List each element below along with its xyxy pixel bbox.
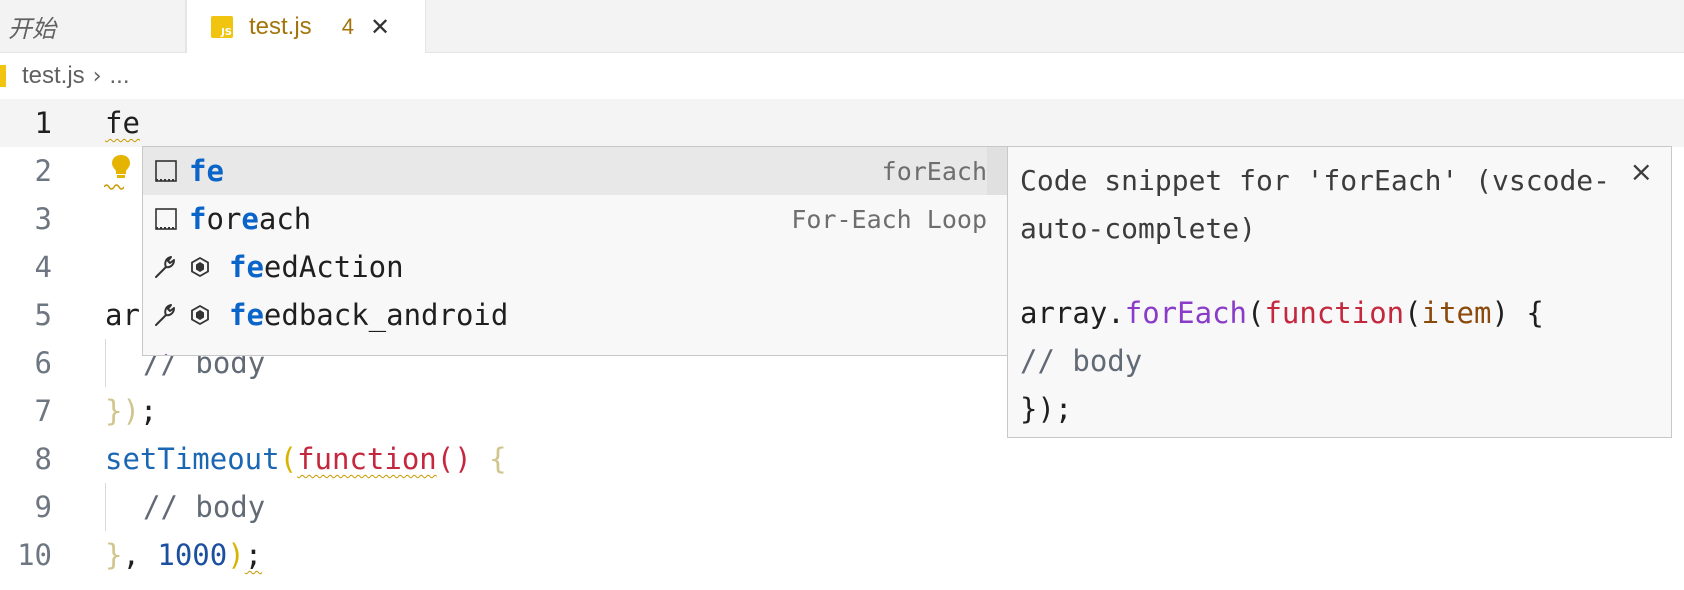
code-line: // body <box>143 483 265 531</box>
suggest-scrollbar[interactable] <box>987 147 1007 195</box>
line-number: 9 <box>34 490 52 524</box>
warning-squiggle <box>104 184 124 190</box>
snippet-icon <box>153 206 179 232</box>
code-token: ) <box>227 538 245 572</box>
code-token: ; <box>244 538 263 572</box>
breadcrumb-file[interactable]: test.js <box>22 62 85 90</box>
code-token: }) <box>105 394 140 428</box>
breadcrumb: test.js › ... <box>0 58 130 94</box>
tab-start[interactable]: 开始 <box>0 0 186 52</box>
problem-count-badge: 4 <box>341 13 354 39</box>
module-icon <box>191 256 209 278</box>
snippet-icon <box>153 158 179 184</box>
line-number: 2 <box>34 154 52 188</box>
code-token: } <box>105 538 123 572</box>
js-file-icon: JS <box>211 15 233 38</box>
code-line: setTimeout(function() { <box>105 435 507 483</box>
code-token: () <box>436 442 472 476</box>
close-icon[interactable]: × <box>1630 155 1653 188</box>
code-line: }, 1000); <box>105 531 262 579</box>
suggestion-label: foreach <box>189 202 312 236</box>
indent-guide <box>105 339 106 387</box>
line-number: 1 <box>34 106 52 140</box>
code-token: ar <box>105 298 140 332</box>
close-icon[interactable]: ✕ <box>370 13 390 41</box>
snippet-description: Code snippet for 'forEach' (vscode-auto-… <box>1020 164 1611 245</box>
suggestion-item[interactable]: fe forEach <box>143 147 1007 195</box>
code-number: 1000 <box>157 538 228 572</box>
suggestion-detail: forEach <box>881 156 987 186</box>
code-token: fe <box>105 106 140 140</box>
code-line: }); <box>105 387 157 435</box>
module-icon <box>191 304 209 326</box>
wrench-icon <box>153 254 179 280</box>
breadcrumb-more[interactable]: ... <box>110 62 130 90</box>
chevron-right-icon: › <box>92 63 102 89</box>
tab-test-js[interactable]: JS test.js 4 ✕ <box>186 0 426 53</box>
code-token: ( <box>279 442 298 476</box>
code-token: { <box>489 442 507 476</box>
suggestion-item-partial[interactable] <box>143 339 1007 355</box>
indent-guide <box>105 483 106 531</box>
suggestion-label: feedAction <box>229 250 404 284</box>
suggest-widget: fe forEach foreach For-Each Loop feedAct… <box>142 146 1008 356</box>
current-line-highlight <box>0 99 1684 147</box>
line-number: 4 <box>34 250 52 284</box>
code-token: setTimeout <box>105 442 280 476</box>
line-number: 3 <box>34 202 52 236</box>
code-line: fe <box>105 99 140 147</box>
code-token: , <box>122 538 158 572</box>
suggestion-item[interactable]: feedback_android <box>143 291 1007 339</box>
tab-bar: 开始 JS test.js 4 ✕ <box>0 0 1684 53</box>
suggestion-item[interactable]: feedAction <box>143 243 1007 291</box>
code-comment: // body <box>143 490 266 524</box>
suggestion-label: feedback_android <box>229 298 509 332</box>
suggest-details: Code snippet for 'forEach' (vscode-auto-… <box>1007 146 1672 438</box>
tab-label: 开始 <box>8 14 56 43</box>
suggestion-label: fe <box>189 154 224 188</box>
tab-label: test.js <box>249 12 312 40</box>
line-number: 10 <box>17 538 52 572</box>
line-number: 5 <box>34 298 52 332</box>
suggestion-item[interactable]: foreach For-Each Loop <box>143 195 1007 243</box>
wrench-icon <box>153 302 179 328</box>
line-number: 6 <box>34 346 52 380</box>
js-file-icon <box>0 65 6 87</box>
code-line: ar <box>105 291 140 339</box>
snippet-preview: array.forEach(function(item) { // body }… <box>1020 296 1544 426</box>
suggestion-detail: For-Each Loop <box>791 204 987 234</box>
code-keyword: function <box>297 442 437 476</box>
line-number: 7 <box>34 394 52 428</box>
code-token: ; <box>139 394 158 428</box>
line-number: 8 <box>34 442 52 476</box>
purple-item-icon <box>153 350 179 355</box>
